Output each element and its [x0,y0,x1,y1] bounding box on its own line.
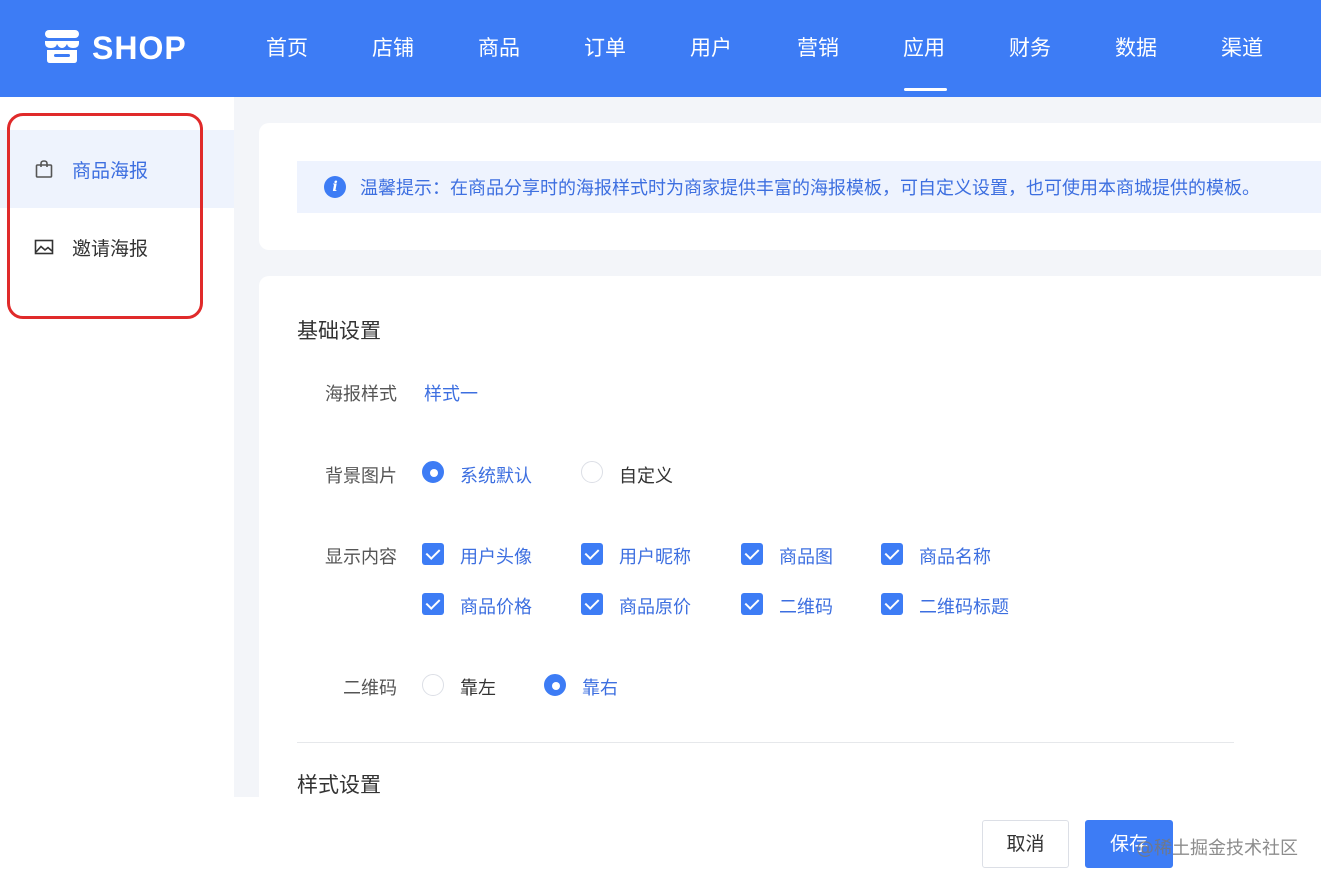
checkbox-goods-name[interactable] [881,543,903,565]
display-content-label: 显示内容 [325,547,397,568]
nav-data[interactable]: 数据 [1115,32,1157,64]
checkbox-qrcode-title[interactable] [881,593,903,615]
nav-home[interactable]: 首页 [266,32,308,64]
checkbox-goods-price[interactable] [422,593,444,615]
checkbox-label[interactable]: 二维码 [779,593,833,619]
qrcode-position-label: 二维码 [343,678,397,699]
sidebar-item-label: 邀请海报 [72,237,149,260]
save-button[interactable]: 保存 [1085,820,1173,868]
checkbox-label[interactable]: 用户头像 [460,543,532,569]
checkbox-label[interactable]: 商品名称 [919,543,991,569]
settings-card [259,276,1321,882]
radio-label[interactable]: 自定义 [619,462,673,488]
nav-apps[interactable]: 应用 [903,32,945,64]
active-nav-indicator [904,88,947,91]
checkbox-user-avatar[interactable] [422,543,444,565]
checkbox-label[interactable]: 商品原价 [619,593,691,619]
sidebar-item-label: 商品海报 [72,159,149,182]
nav-orders[interactable]: 订单 [584,32,626,64]
poster-style-label: 海报样式 [325,384,397,405]
nav-marketing[interactable]: 营销 [797,32,839,64]
checkbox-label[interactable]: 用户昵称 [619,543,691,569]
checkbox-original-price[interactable] [581,593,603,615]
checkbox-label[interactable]: 二维码标题 [919,593,1009,619]
sidebar-item-goods-poster[interactable]: 商品海报 [0,130,234,208]
store-icon [44,28,80,68]
checkbox-goods-image[interactable] [741,543,763,565]
radio-background-custom[interactable] [581,461,603,483]
radio-label[interactable]: 系统默认 [460,462,532,488]
sidebar: 商品海报 邀请海报 [0,97,234,882]
checkbox-user-nickname[interactable] [581,543,603,565]
nav-goods[interactable]: 商品 [478,32,520,64]
tip-text: 温馨提示：在商品分享时的海报样式时为商家提供丰富的海报模板，可自定义设置，也可使… [360,178,1260,199]
info-icon: i [324,176,346,198]
radio-background-default[interactable] [422,461,444,483]
radio-qrcode-right[interactable] [544,674,566,696]
logo[interactable]: SHOP [44,28,187,68]
radio-qrcode-left[interactable] [422,674,444,696]
radio-label[interactable]: 靠右 [582,674,618,700]
sidebar-item-invite-poster[interactable]: 邀请海报 [0,208,234,286]
tip-banner: i 温馨提示：在商品分享时的海报样式时为商家提供丰富的海报模板，可自定义设置，也… [297,161,1321,213]
nav-store[interactable]: 店铺 [372,32,414,64]
checkbox-qrcode[interactable] [741,593,763,615]
nav-finance[interactable]: 财务 [1009,32,1051,64]
cancel-button[interactable]: 取消 [982,820,1069,868]
top-nav-bar: SHOP 首页 店铺 商品 订单 用户 营销 应用 财务 数据 渠道 [0,0,1321,97]
shopping-bag-icon [34,159,54,179]
poster-style-link[interactable]: 样式一 [424,380,478,406]
logo-text: SHOP [92,29,187,66]
radio-label[interactable]: 靠左 [460,674,496,700]
image-icon [34,237,54,257]
section-divider [297,742,1234,743]
nav-users[interactable]: 用户 [690,32,732,64]
section-title-basic: 基础设置 [297,319,381,343]
nav-channels[interactable]: 渠道 [1221,32,1263,64]
background-label: 背景图片 [325,466,397,487]
checkbox-label[interactable]: 商品价格 [460,593,532,619]
checkbox-label[interactable]: 商品图 [779,543,833,569]
section-title-style: 样式设置 [297,773,381,797]
